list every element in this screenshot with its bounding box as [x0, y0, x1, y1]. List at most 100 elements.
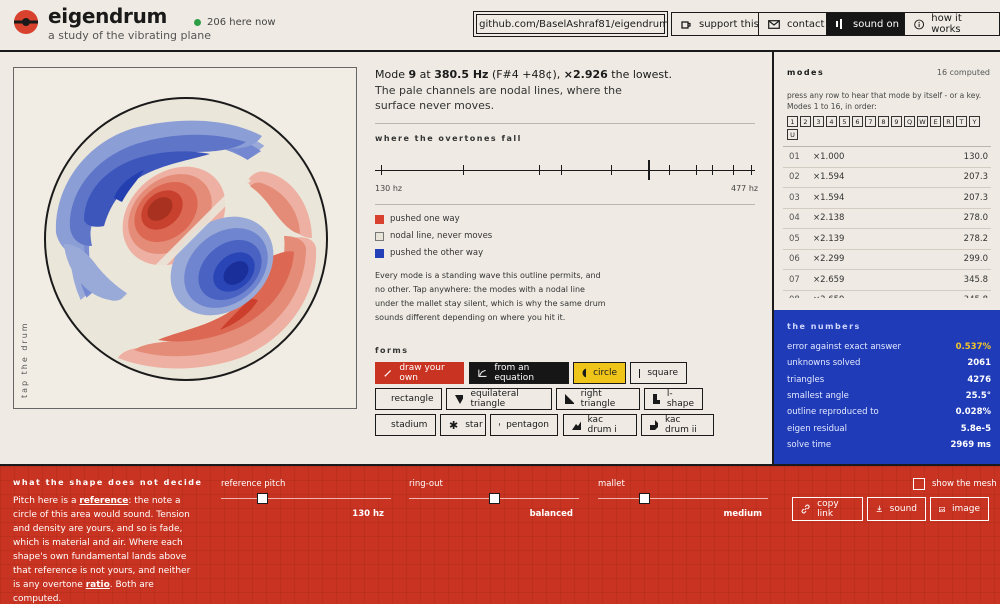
mode-row-frequency: 278.2 [963, 233, 988, 244]
drum-logo-icon [14, 10, 38, 34]
mode-row[interactable]: 05 ×2.139 278.2 [783, 229, 991, 250]
mode-row-ratio: ×1.594 [813, 172, 845, 183]
overtone-max-label: 477 hz [731, 184, 759, 193]
kac-drum-i-button[interactable]: kac drum i [563, 414, 637, 436]
rectangle-button[interactable]: rectangle [375, 388, 442, 410]
mode-row-frequency: 345.8 [963, 274, 988, 285]
blue-swatch-icon [375, 248, 384, 258]
legend-nodal: nodal line, never moves [375, 231, 492, 241]
github-button[interactable]: github.com/BaselAshraf81/eigendrum [473, 11, 669, 37]
from-equation-button[interactable]: from an equation [469, 362, 569, 384]
mode-row[interactable]: 03 ×1.594 207.3 [783, 188, 991, 209]
circle-button[interactable]: circle [573, 362, 626, 384]
ring-out-thumb[interactable] [489, 493, 500, 504]
reference-link[interactable]: reference [79, 496, 128, 506]
draw-your-own-button[interactable]: draw your own [375, 362, 464, 384]
sound-download-button[interactable]: sound [867, 497, 926, 521]
reference-pitch-thumb[interactable] [256, 493, 268, 504]
ring-out-value: balanced [529, 509, 573, 519]
modes-list[interactable]: 01 ×1.000 130.0 02 ×1.594 207.3 03 ×1.594 207.3 0… [783, 146, 991, 298]
mail-icon [768, 19, 780, 29]
mode-row-ratio: ×2.659 [813, 274, 845, 285]
image-download-label: image [951, 504, 980, 514]
mode-key[interactable]: 8 [878, 116, 889, 127]
image-download-button[interactable]: image [930, 497, 989, 521]
github-label: github.com/BaselAshraf81/eigendrum [479, 18, 669, 30]
numbers-panel: the numbers error against exact answer 0.… [774, 310, 1000, 464]
kac-drum-ii-button[interactable]: kac drum ii [641, 414, 714, 436]
reference-pitch-track[interactable] [221, 498, 391, 499]
overtone-axis [375, 170, 755, 171]
number-row: triangles 4276 [787, 375, 991, 385]
mode-key[interactable]: 3 [813, 116, 824, 127]
mallet-thumb[interactable] [638, 493, 650, 504]
sound-toggle-button[interactable]: sound on [826, 12, 909, 36]
mode-key[interactable]: R [943, 116, 954, 127]
mode-key[interactable]: Q [904, 116, 915, 127]
mode-row[interactable]: 02 ×1.594 207.3 [783, 168, 991, 188]
mallet-value: medium [723, 509, 762, 519]
mode-row-frequency: 345.8 [964, 295, 988, 298]
support-button[interactable]: support this [671, 12, 769, 36]
number-row: eigen residual 5.8e-5 [787, 424, 991, 434]
mode-row[interactable]: 06 ×2.299 299.0 [783, 250, 991, 270]
number-row: smallest angle 25.5° [787, 391, 991, 401]
number-value: 5.8e-5 [960, 423, 991, 434]
mode-row-number: 07 [789, 274, 800, 285]
contact-button[interactable]: contact [758, 12, 835, 36]
ratio-link[interactable]: ratio [86, 580, 110, 590]
stadium-button[interactable]: stadium [375, 414, 436, 436]
number-key: eigen residual [787, 423, 847, 434]
mode-key[interactable]: 1 [787, 116, 798, 127]
mode-key[interactable]: 4 [826, 116, 837, 127]
mode-key[interactable]: Y [969, 116, 980, 127]
app-title: eigendrum [48, 4, 168, 28]
mode-row[interactable]: 01 ×1.000 130.0 [783, 147, 991, 168]
square-button[interactable]: square [630, 362, 687, 384]
mode-key[interactable]: W [917, 116, 928, 127]
equilateral-triangle-button[interactable]: equilateral triangle [446, 388, 552, 410]
legend-nodal-label: nodal line, never moves [390, 231, 493, 241]
sound-label: sound on [853, 18, 899, 30]
kac-drum-i-label: kac drum i [587, 415, 617, 435]
mode-row[interactable]: 04 ×2.138 278.0 [783, 209, 991, 229]
kac-drum-ii-icon [650, 420, 658, 430]
pentagon-button[interactable]: pentagon [490, 414, 558, 436]
mode-row-frequency: 207.3 [963, 172, 988, 183]
mallet-label: mallet [598, 479, 625, 489]
right-triangle-label: right triangle [580, 389, 616, 409]
number-value: 0.028% [955, 407, 991, 418]
mode-key[interactable]: 9 [891, 116, 902, 127]
online-count: 206 here now [207, 17, 276, 28]
mallet-track[interactable] [598, 498, 768, 499]
mode-summary: Mode 9 at 380.5 Hz (F#4 +48¢), ×2.926 th… [375, 67, 672, 82]
drum-canvas[interactable] [13, 67, 357, 409]
number-value: 2969 ms [950, 439, 991, 450]
star-button[interactable]: ✱ star [440, 414, 486, 436]
bottom-text: Pitch here is a reference: the note a ci… [13, 494, 198, 604]
mode-row-ratio: ×2.138 [813, 213, 845, 224]
rectangle-label: rectangle [391, 394, 434, 404]
mode-at: at [419, 68, 431, 81]
square-shape-icon [639, 368, 641, 378]
mode-key[interactable]: 7 [865, 116, 876, 127]
mode-row-number: 03 [789, 192, 800, 203]
how-it-works-button[interactable]: how it works [904, 12, 1000, 36]
right-triangle-button[interactable]: right triangle [556, 388, 640, 410]
mode-key[interactable]: T [956, 116, 967, 127]
legend-pushed-one: pushed one way [375, 214, 460, 224]
copy-link-button[interactable]: copy link [792, 497, 863, 521]
mode-key[interactable]: U [787, 129, 798, 140]
mode-row[interactable]: 08×2.659345.8 [783, 291, 991, 298]
mode-row[interactable]: 07 ×2.659 345.8 [783, 270, 991, 291]
l-shape-button[interactable]: l-shape [644, 388, 703, 410]
mode-key[interactable]: E [930, 116, 941, 127]
show-mesh-toggle[interactable]: show the mesh [913, 478, 997, 490]
mode-key[interactable]: 2 [800, 116, 811, 127]
mode-key[interactable]: 5 [839, 116, 850, 127]
online-status: 206 here now [194, 17, 276, 28]
mesh-checkbox[interactable] [913, 478, 925, 490]
mode-key[interactable]: 6 [852, 116, 863, 127]
divider [375, 123, 755, 124]
mode-shape-plot[interactable] [14, 68, 358, 410]
